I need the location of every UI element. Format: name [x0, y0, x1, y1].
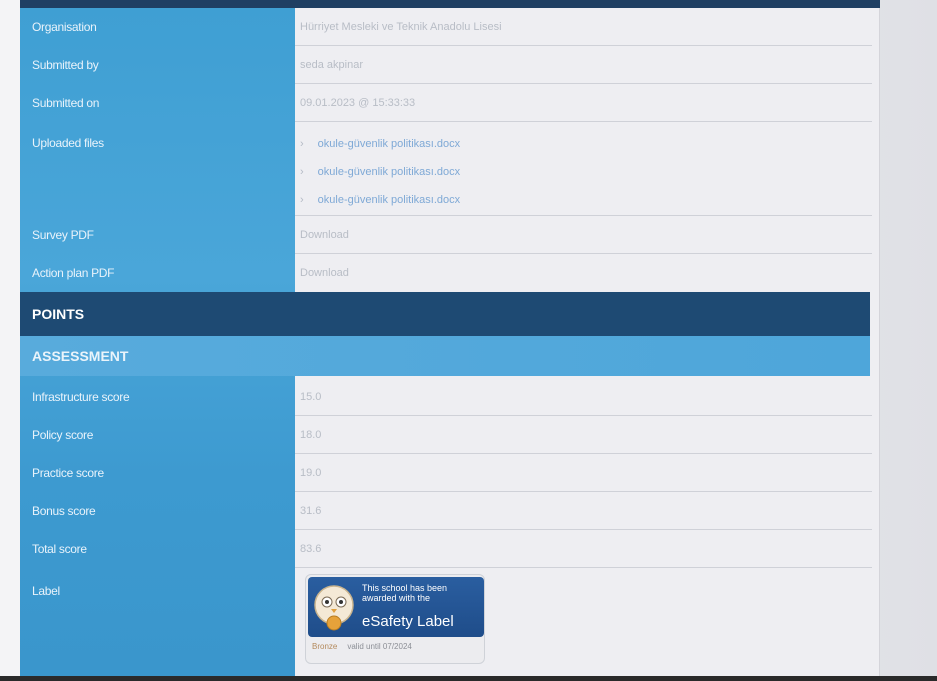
policy-score-label: Policy score: [32, 428, 94, 442]
submitted-on-row: Submitted on 09.01.2023 @ 15:33:33: [20, 84, 880, 122]
badge-footer: Bronze valid until 07/2024: [312, 642, 412, 651]
bonus-score-label: Bonus score: [32, 504, 96, 518]
submitted-by-label: Submitted by: [32, 58, 99, 72]
bottom-bar: [0, 676, 937, 681]
uploaded-files-row: Uploaded files › okule-güvenlik politikas…: [20, 122, 880, 216]
chevron-right-icon: ›: [300, 138, 304, 150]
submitted-by-row: Submitted by seda akpinar: [20, 46, 880, 84]
file-link[interactable]: okule-güvenlik politikası.docx: [318, 138, 460, 150]
survey-pdf-download-link[interactable]: Download: [300, 229, 349, 241]
organisation-value: Hürriyet Mesleki ve Teknik Anadolu Lises…: [300, 21, 502, 33]
chevron-right-icon: ›: [300, 194, 304, 206]
badge-title: eSafety Label: [362, 613, 454, 630]
badge-level: Bronze: [312, 642, 338, 651]
points-header: POINTS: [20, 292, 870, 336]
badge-banner: This school has been awarded with the eS…: [308, 577, 484, 637]
screen-frame: Organisation Hürriyet Mesleki ve Teknik …: [0, 0, 937, 681]
organisation-label: Organisation: [32, 20, 97, 34]
owl-mascot-icon: [314, 585, 354, 631]
survey-pdf-label: Survey PDF: [32, 228, 94, 242]
submitted-on-value: 09.01.2023 @ 15:33:33: [300, 97, 416, 109]
uploaded-files-label: Uploaded files: [32, 136, 104, 150]
infrastructure-score-value: 15.0: [300, 391, 322, 403]
assessment-header: ASSESSMENT: [20, 336, 870, 376]
file-item[interactable]: › okule-güvenlik politikası.docx: [300, 130, 460, 158]
bonus-score-row: Bonus score 31.6: [20, 492, 880, 530]
file-link[interactable]: okule-güvenlik politikası.docx: [318, 166, 460, 178]
practice-score-value: 19.0: [300, 467, 322, 479]
action-plan-pdf-download-link[interactable]: Download: [300, 267, 349, 279]
total-score-value: 83.6: [300, 543, 322, 555]
assessment-title: ASSESSMENT: [32, 348, 129, 364]
file-item[interactable]: › okule-güvenlik politikası.docx: [300, 186, 460, 214]
infrastructure-score-label: Infrastructure score: [32, 390, 130, 404]
infrastructure-score-row: Infrastructure score 15.0: [20, 378, 880, 416]
total-score-label: Total score: [32, 542, 87, 556]
points-title: POINTS: [32, 306, 85, 322]
submitted-on-label: Submitted on: [32, 96, 100, 110]
uploaded-files-list: › okule-güvenlik politikası.docx › okule-g…: [300, 130, 460, 214]
badge-validity: valid until 07/2024: [347, 642, 412, 651]
practice-score-row: Practice score 19.0: [20, 454, 880, 492]
action-plan-pdf-label: Action plan PDF: [32, 266, 115, 280]
survey-pdf-row: Survey PDF Download: [20, 216, 880, 254]
organisation-row: Organisation Hürriyet Mesleki ve Teknik …: [20, 8, 880, 46]
total-score-row: Total score 83.6: [20, 530, 880, 568]
file-link[interactable]: okule-güvenlik politikası.docx: [318, 194, 460, 206]
esafety-label-badge: This school has been awarded with the eS…: [305, 574, 485, 664]
chevron-right-icon: ›: [300, 166, 304, 178]
policy-score-value: 18.0: [300, 429, 322, 441]
policy-score-row: Policy score 18.0: [20, 416, 880, 454]
submission-panel: Organisation Hürriyet Mesleki ve Teknik …: [20, 8, 880, 676]
badge-award-text: This school has been awarded with the: [362, 583, 448, 603]
action-plan-pdf-row: Action plan PDF Download: [20, 254, 880, 292]
practice-score-label: Practice score: [32, 466, 104, 480]
file-item[interactable]: › okule-güvenlik politikası.docx: [300, 158, 460, 186]
label-label: Label: [32, 584, 60, 598]
submitted-by-value: seda akpinar: [300, 59, 363, 71]
bonus-score-value: 31.6: [300, 505, 322, 517]
top-bar: [20, 0, 880, 8]
